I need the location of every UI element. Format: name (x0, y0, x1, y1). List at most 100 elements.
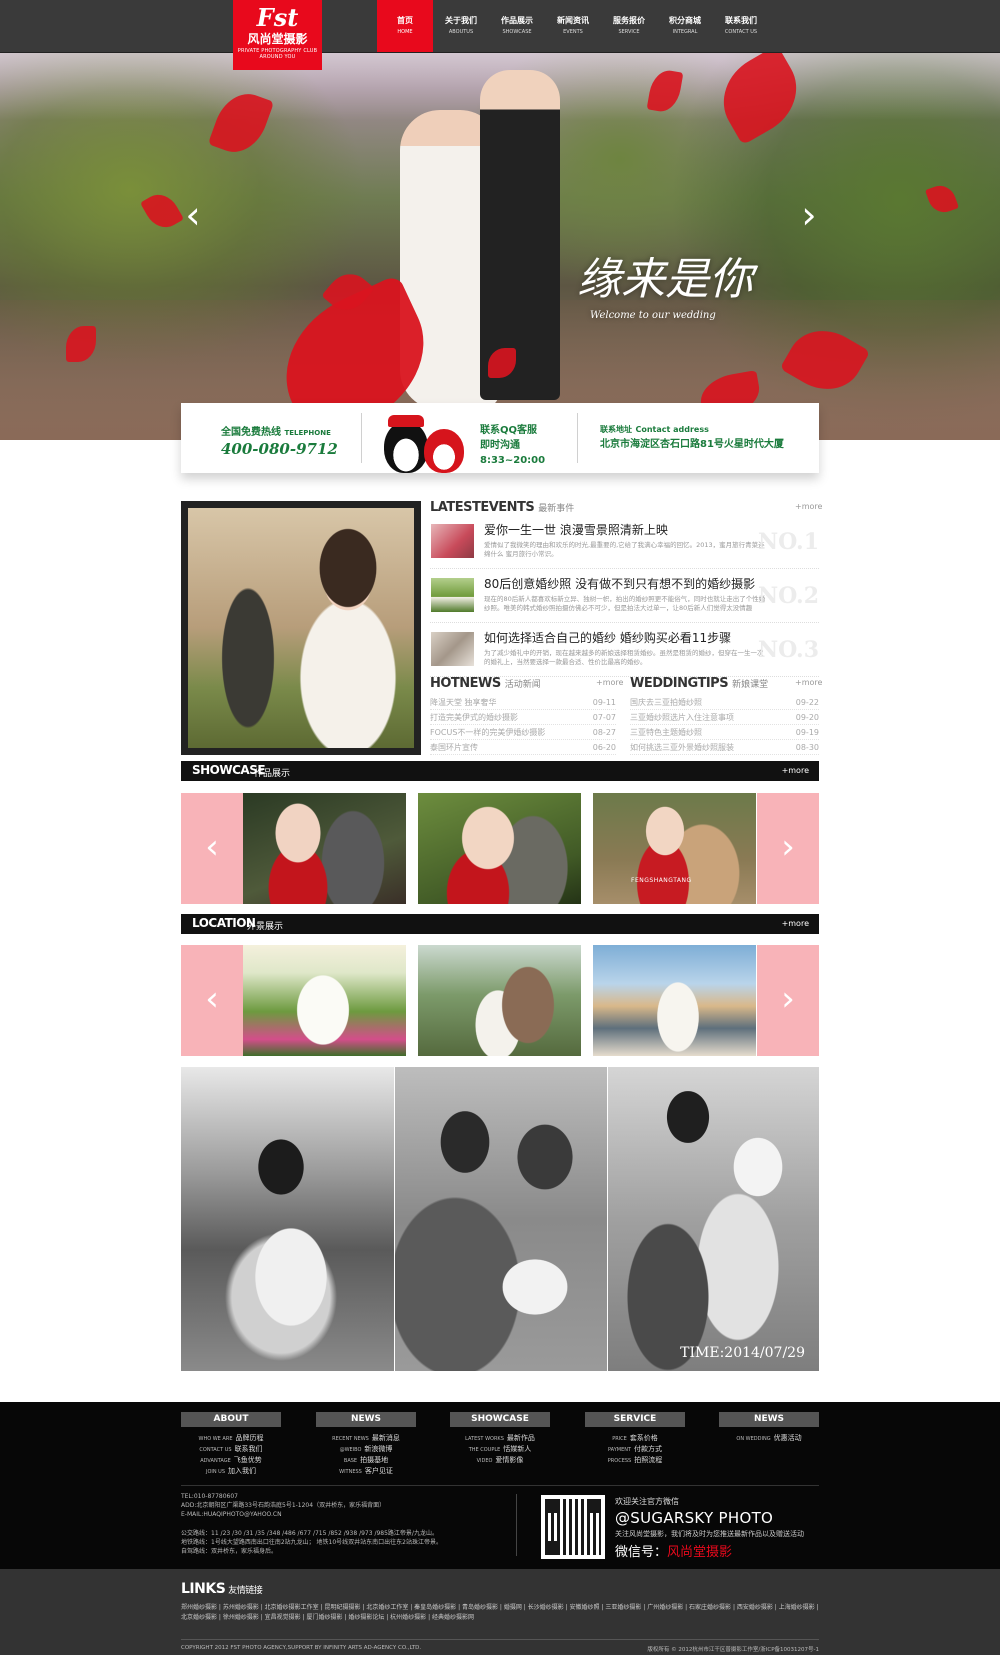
location-photo[interactable] (418, 945, 581, 1056)
weddingtips-list: 国庆去三亚拍婚纱照 09-22 三亚婚纱照选片入住注意事项 09-20 三亚特色主题… (630, 695, 819, 755)
footer-link[interactable]: BASE 拍摄基地 (316, 1455, 416, 1466)
featured-photo[interactable] (181, 501, 421, 755)
weddingtips-row[interactable]: 三亚特色主题婚纱照 09-19 (630, 725, 819, 740)
weddingtips-row[interactable]: 三亚婚纱照选片入住注意事项 09-20 (630, 710, 819, 725)
showcase-photo[interactable]: FENGSHANGTANG (593, 793, 756, 904)
latest-events-heading: LATESTEVENTS 最新事件 (430, 500, 575, 515)
nav-showcase[interactable]: 作品展示 SHOWCASE (489, 11, 545, 53)
footer-link[interactable]: ADVANTAGE 飞鱼优势 (181, 1455, 281, 1466)
nav-events[interactable]: 新闻资讯 EVENTS (545, 11, 601, 53)
footer-col-showcase: SHOWCASE LATEST WORKS 最新作品 THE COUPLE 恬媒新人… (450, 1412, 550, 1466)
nav-service[interactable]: 服务报价 SERVICE (601, 11, 657, 53)
footer-link[interactable]: THE COUPLE 恬媒新人 (450, 1444, 550, 1455)
hero-prev-arrow[interactable]: ‹ (178, 195, 208, 235)
footer-divider (181, 1485, 819, 1486)
logo-name: 风尚堂摄影 (247, 32, 308, 46)
hotnews-row[interactable]: 泰国环片宣传 06-20 (430, 740, 616, 755)
location-photo[interactable] (593, 945, 756, 1056)
qq-label: 联系QQ客服 (480, 425, 538, 436)
featured-photo-image (188, 508, 414, 748)
location-more-link[interactable]: +more (782, 919, 809, 928)
hotline-block: 全国免费热线 TELEPHONE 400-080-9712 (181, 403, 361, 473)
footer-col-news-2: NEWS ON WEDDING 优惠活动 (719, 1412, 819, 1444)
copyright-left: COPYRIGHT 2012 FST PHOTO AGENCY,SUPPORT … (181, 1645, 422, 1651)
address-block: 联系地址 Contact address 北京市海淀区杏石口路81号火星时代大厦 (578, 403, 818, 473)
nav-contact[interactable]: 联系我们 CONTACT US (713, 11, 769, 53)
hotnews-row[interactable]: 降温天堂 独享奢华 09-11 (430, 695, 616, 710)
hotnews-heading: HOTNEWS 活动新闻 (430, 676, 541, 691)
rose-petal (924, 181, 960, 217)
footer-link[interactable]: @WEIBO 新浪微博 (316, 1444, 416, 1455)
showcase-more-link[interactable]: +more (782, 766, 809, 775)
footer-link[interactable]: JOIN US 加入我们 (181, 1466, 281, 1477)
weddingtips-more-link[interactable]: +more (795, 678, 822, 687)
qq-block[interactable]: 联系QQ客服 即时沟通8:33~20:00 (362, 403, 577, 473)
footer-link[interactable]: WITNESS 客户见证 (316, 1466, 416, 1477)
showcase-photo[interactable] (418, 793, 581, 904)
showcase-next-arrow[interactable]: › (757, 793, 819, 904)
footer-drive-route: 自驾路线：双井桥东，家乐福身后。 (181, 1548, 278, 1555)
hero-next-arrow[interactable]: › (794, 195, 824, 235)
hotline-en: TELEPHONE (284, 429, 331, 437)
links-heading: LINKS 友情链接 (181, 1581, 263, 1597)
location-subtitle: 外景展示 (247, 922, 284, 932)
bw-photo[interactable] (395, 1067, 607, 1371)
hotnews-more-link[interactable]: +more (596, 678, 623, 687)
friend-links[interactable]: 郑州婚纱摄影 | 苏州婚纱摄影 | 北京婚纱摄影工作室 | 昆明纪摄摄影 | 北… (181, 1603, 821, 1623)
footer-link[interactable]: WHO WE ARE 品牌历程 (181, 1433, 281, 1444)
showcase-subtitle: 作品展示 (254, 769, 291, 779)
nav-integral[interactable]: 积分商城 INTEGRAL (657, 11, 713, 53)
events-list: 爱你一生一世 浪漫雪景照清新上映 爱情似了我微笑的理由和欢乐的时光,最重要的,它… (430, 515, 819, 677)
event-desc: 为了减少婚礼中的开销，现在越来越多的新娘选择租赁婚纱。虽然是租赁的婚纱，但穿在一… (484, 649, 764, 666)
event-item[interactable]: 爱你一生一世 浪漫雪景照清新上映 爱情似了我微笑的理由和欢乐的时光,最重要的,它… (430, 515, 819, 569)
weddingtips-row[interactable]: 国庆去三亚拍婚纱照 09-22 (630, 695, 819, 710)
event-rank: NO.2 (758, 583, 819, 609)
footer-address: ADD:北京朝阳区广渠路33号石韵浩庭5号1-1204（双井桥东，家乐福背面） (181, 1502, 386, 1509)
footer-email[interactable]: E-MAIL:HUAQIPHOTO@YAHOO.CN (181, 1510, 511, 1519)
hero-script-subtitle: Welcome to our wedding (590, 310, 716, 321)
location-photo[interactable] (243, 945, 406, 1056)
footer-link[interactable]: ON WEDDING 优惠活动 (719, 1433, 819, 1444)
hotnews-row[interactable]: FOCUS不一样的完美伊婚纱摄影 08-27 (430, 725, 616, 740)
footer-tel: TEL:010-87780607 (181, 1493, 238, 1500)
footer-link[interactable]: RECENT NEWS 最新消息 (316, 1433, 416, 1444)
top-navbar: 首页 HOME 关于我们 ABOUTUS 作品展示 SHOWCASE 新闻资讯 EVEN… (0, 0, 1000, 53)
event-thumb (431, 524, 474, 558)
footer-col-heading: SERVICE (585, 1412, 685, 1427)
footer-col-heading: NEWS (316, 1412, 416, 1427)
event-item[interactable]: 80后创意婚纱照 没有做不到只有想不到的婚纱摄影 现在的80后新人都喜欢标新立异… (430, 569, 819, 623)
event-title: 80后创意婚纱照 没有做不到只有想不到的婚纱摄影 (484, 577, 756, 591)
footer-link[interactable]: PROCESS 拍照流程 (585, 1455, 685, 1466)
footer-link[interactable]: PRICE 套系价格 (585, 1433, 685, 1444)
wechat-desc: 关注风尚堂摄影，我们将及时为您推送最新作品以及赠送活动 (615, 1530, 804, 1538)
bw-photo[interactable]: TIME:2014/07/29 (608, 1067, 819, 1371)
wechat-info: 欢迎关注官方微信 @SUGARSKY PHOTO 关注风尚堂摄影，我们将及时为您… (615, 1496, 804, 1560)
hotnews-list: 降温天堂 独享奢华 09-11 打造完美伊式的婚纱摄影 07-07 FOCUS不一样… (430, 695, 616, 755)
address-label-en: Contact address (635, 425, 709, 434)
showcase-photo[interactable] (243, 793, 406, 904)
location-gallery: ‹ › (181, 945, 819, 1056)
event-item[interactable]: 如何选择适合自己的婚纱 婚纱购买必看11步骤 为了减少婚礼中的开销，现在越来越多… (430, 623, 819, 677)
wechat-qr-code (541, 1495, 605, 1559)
location-prev-arrow[interactable]: ‹ (181, 945, 243, 1056)
nav-about[interactable]: 关于我们 ABOUTUS (433, 11, 489, 53)
footer-link[interactable]: VIDEO 爱情影像 (450, 1455, 550, 1466)
hotline-label: 全国免费热线 (221, 427, 281, 438)
location-next-arrow[interactable]: › (757, 945, 819, 1056)
bw-photo[interactable] (181, 1067, 394, 1371)
nav-home[interactable]: 首页 HOME (377, 0, 433, 53)
hotnews-row[interactable]: 打造完美伊式的婚纱摄影 07-07 (430, 710, 616, 725)
hotline-number[interactable]: 400-080-9712 (221, 440, 361, 458)
brand-logo[interactable]: Fst 风尚堂摄影 PRIVATE PHOTOGRAPHY CLUB AROUN… (233, 0, 322, 70)
showcase-photo-caption: FENGSHANGTANG (631, 877, 692, 884)
weddingtips-row[interactable]: 如何挑选三亚外景婚纱照服装 08-30 (630, 740, 819, 755)
event-rank: NO.1 (758, 529, 819, 555)
events-more-link[interactable]: +more (795, 502, 822, 511)
showcase-prev-arrow[interactable]: ‹ (181, 793, 243, 904)
logo-tagline: PRIVATE PHOTOGRAPHY CLUB AROUND YOU (237, 48, 318, 60)
divider (516, 1494, 517, 1556)
footer-link[interactable]: LATEST WORKS 最新作品 (450, 1433, 550, 1444)
footer-link[interactable]: PAYMENT 付款方式 (585, 1444, 685, 1455)
footer-link[interactable]: CONTACT US 联系我们 (181, 1444, 281, 1455)
hero-banner: 缘来是你 Welcome to our wedding ‹ › (0, 0, 1000, 440)
